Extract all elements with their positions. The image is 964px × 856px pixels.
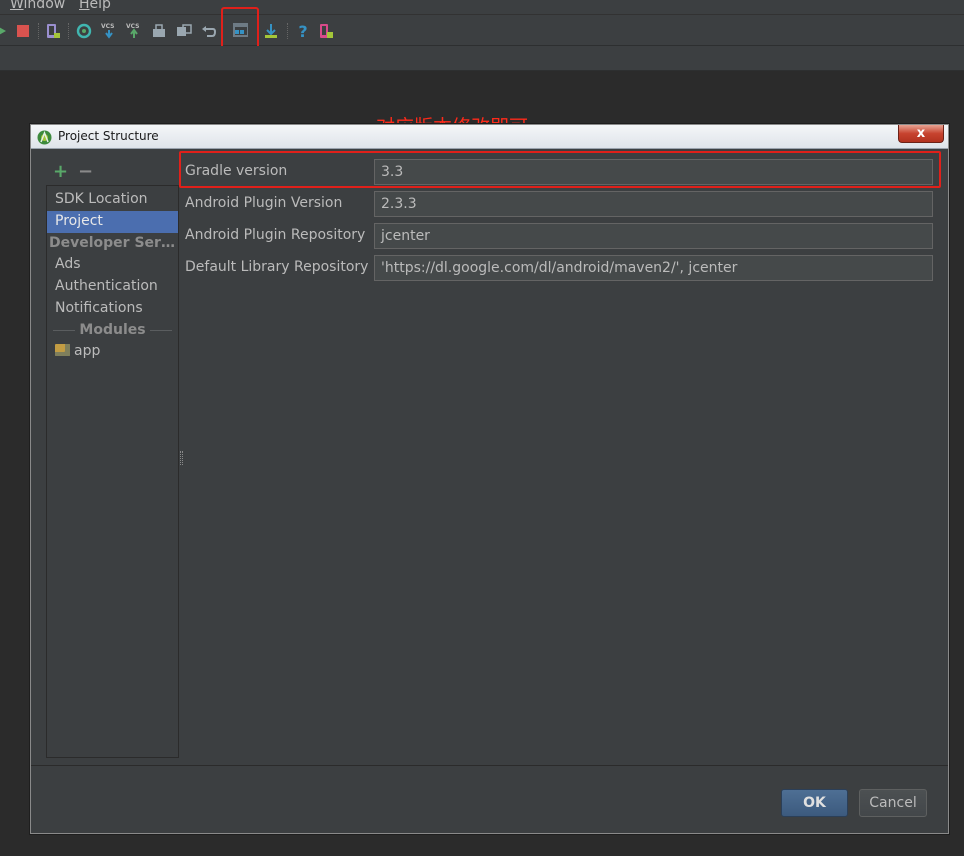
plugin-repository-field[interactable]: jcenter (374, 223, 933, 249)
vcs-update-icon[interactable]: VCS (101, 23, 117, 39)
close-button[interactable]: x (898, 125, 944, 143)
nav-item-notifications[interactable]: Notifications (47, 298, 178, 320)
revert-icon[interactable] (201, 23, 217, 39)
avd-manager-icon[interactable] (45, 23, 61, 39)
android-studio-icon (37, 130, 52, 145)
gradle-version-highlight-box (179, 151, 941, 188)
stop-icon[interactable] (15, 23, 31, 39)
vcs-history-icon[interactable] (151, 23, 167, 39)
menubar: Window Help (0, 0, 964, 14)
ok-button[interactable]: OK (781, 789, 848, 817)
nav-item-module-app[interactable]: app (47, 341, 178, 363)
library-repository-label: Default Library Repository (185, 259, 369, 275)
remove-icon[interactable]: − (78, 161, 93, 182)
toolbar-separator (68, 23, 69, 39)
toolbar-highlight-box (221, 7, 259, 49)
dialog-title: Project Structure (58, 129, 159, 143)
plugin-version-field[interactable]: 2.3.3 (374, 191, 933, 217)
module-folder-icon (55, 344, 70, 356)
help-icon[interactable]: ? (295, 21, 311, 41)
navigation-bar (0, 46, 964, 71)
plugin-version-label: Android Plugin Version (185, 195, 343, 211)
help-glyph: ? (298, 21, 308, 41)
plugin-repository-label: Android Plugin Repository (185, 227, 366, 243)
vcs-update-label: VCS (101, 23, 114, 30)
nav-item-ads[interactable]: Ads (47, 254, 178, 276)
sync-icon[interactable] (76, 23, 92, 39)
close-icon: x (916, 126, 926, 141)
splitter-handle[interactable] (180, 451, 183, 465)
nav-item-authentication[interactable]: Authentication (47, 276, 178, 298)
menu-help[interactable]: Help (79, 0, 111, 12)
sdk-manager-icon[interactable] (263, 23, 279, 39)
library-repository-field[interactable]: 'https://dl.google.com/dl/android/maven2… (374, 255, 933, 281)
nav-item-project[interactable]: Project (47, 211, 178, 233)
android-device-monitor-icon[interactable] (318, 23, 334, 39)
toolbar-separator (38, 23, 39, 39)
dialog-titlebar[interactable]: Project Structure x (31, 125, 948, 149)
project-structure-dialog: Project Structure x + − SDK Location Pro… (30, 124, 949, 834)
nav-item-sdk-location[interactable]: SDK Location (47, 189, 178, 211)
add-icon[interactable]: + (53, 161, 68, 182)
vcs-commit-label: VCS (126, 23, 139, 30)
cancel-button[interactable]: Cancel (859, 789, 927, 817)
project-structure-nav: SDK Location Project Developer Servic...… (46, 185, 179, 758)
module-app-label: app (74, 343, 101, 359)
main-toolbar: VCS VCS ? (0, 14, 964, 46)
toolbar-separator (287, 23, 288, 39)
vcs-commit-icon[interactable]: VCS (126, 23, 142, 39)
dialog-content-divider (31, 765, 948, 766)
nav-group-developer-services: Developer Servic... (49, 235, 178, 251)
vcs-compare-icon[interactable] (176, 23, 192, 39)
menu-window[interactable]: Window (10, 0, 65, 12)
run-icon[interactable] (0, 23, 10, 39)
nav-separator-modules: Modules (49, 319, 176, 341)
